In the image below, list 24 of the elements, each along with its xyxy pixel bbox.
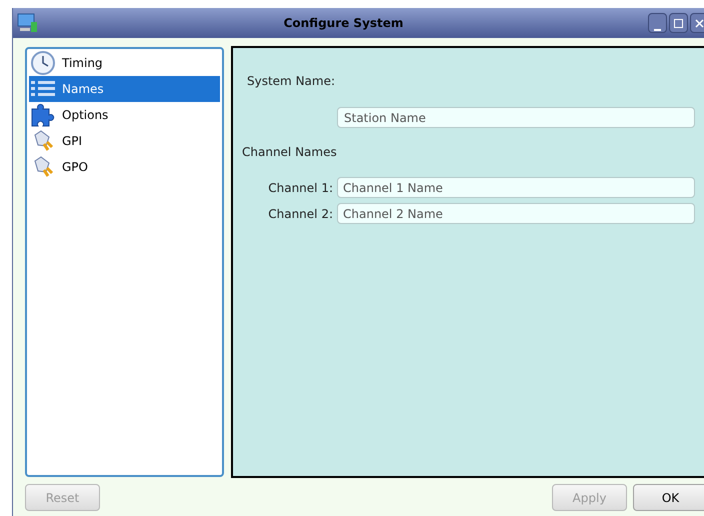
sidebar-item[interactable]: GPO (29, 154, 220, 180)
puzzle-icon (30, 103, 56, 127)
sidebar-item[interactable]: Options (29, 102, 220, 128)
system-name-field[interactable]: Station Name (337, 107, 695, 128)
channel-label: Channel 1: (267, 180, 334, 196)
close-button[interactable] (690, 13, 704, 33)
computer-icon (17, 12, 39, 34)
sidebar-item[interactable]: Names (29, 76, 220, 102)
channel-name-field[interactable]: Channel 2 Name (337, 203, 695, 224)
maximize-button[interactable] (669, 13, 688, 33)
channel-names-heading: Channel Names (242, 144, 338, 161)
window-title: Configure System (282, 15, 404, 32)
maximize-icon (674, 18, 683, 28)
close-icon (695, 18, 704, 28)
list-icon (30, 79, 56, 99)
dialog-button[interactable]: OK (633, 484, 704, 511)
sidebar-item[interactable]: GPI (29, 128, 220, 154)
system-name-label: System Name: (247, 73, 336, 90)
channel-name-field[interactable]: Channel 1 Name (337, 177, 695, 198)
clock-icon (30, 50, 56, 76)
channel-label: Channel 2: (267, 206, 334, 222)
minimize-button[interactable] (648, 13, 667, 33)
minimize-icon (654, 26, 661, 32)
sidebar-item[interactable]: Timing (29, 50, 220, 76)
